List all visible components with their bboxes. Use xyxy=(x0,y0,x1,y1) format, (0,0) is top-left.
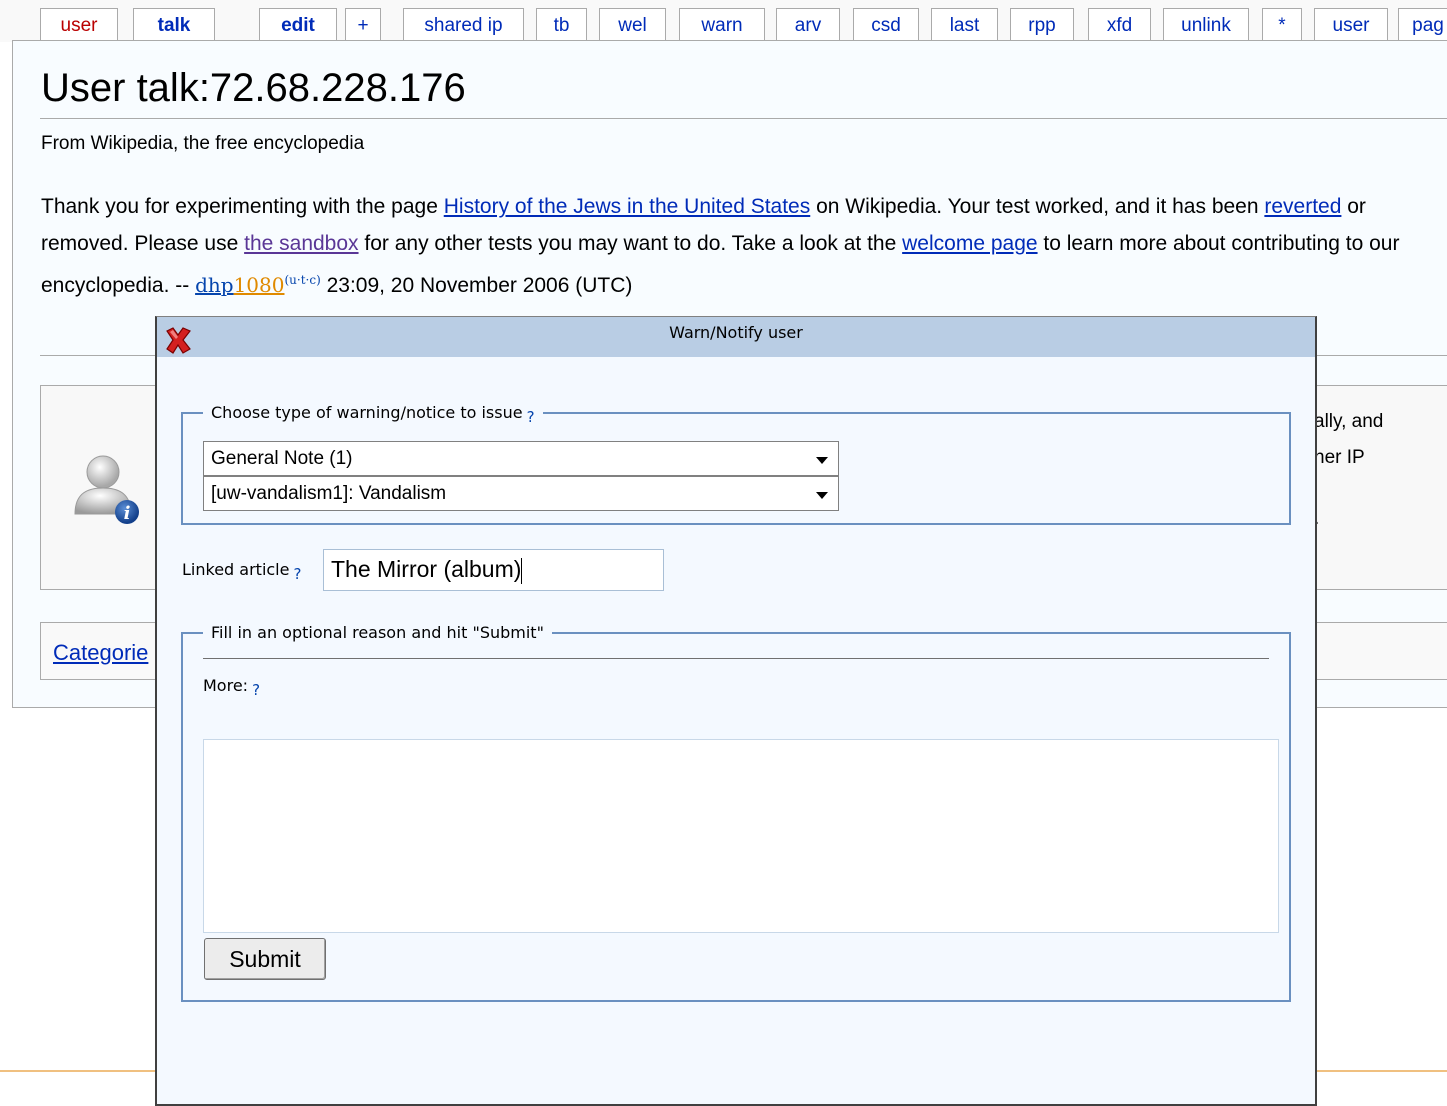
tab-new-section[interactable]: + xyxy=(345,8,381,40)
dialog-title: Warn/Notify user xyxy=(669,323,803,342)
tab-last[interactable]: last xyxy=(931,8,998,40)
reason-textarea[interactable] xyxy=(203,739,1279,933)
more-label: More:? xyxy=(203,676,261,699)
submit-button[interactable]: Submit xyxy=(204,938,326,980)
signature-link-number[interactable]: 1080 xyxy=(234,273,285,297)
tab-unlink[interactable]: unlink xyxy=(1163,8,1249,40)
warning-type-fieldset: Choose type of warning/notice to issue? … xyxy=(181,403,1291,525)
tab-user-2[interactable]: user xyxy=(1314,8,1388,40)
link-sandbox[interactable]: the sandbox xyxy=(244,232,358,255)
page-subtitle: From Wikipedia, the free encyclopedia xyxy=(41,133,365,154)
warning-message: Thank you for experimenting with the pag… xyxy=(41,195,1400,297)
reason-legend: Fill in an optional reason and hit "Subm… xyxy=(203,623,552,642)
svg-text:i: i xyxy=(124,503,131,524)
tab-rpp[interactable]: rpp xyxy=(1010,8,1074,40)
tab-page[interactable]: pag xyxy=(1398,8,1447,40)
help-icon[interactable]: ? xyxy=(293,565,301,583)
tab-xfd[interactable]: xfd xyxy=(1088,8,1151,40)
tab-warn[interactable]: warn xyxy=(679,8,765,40)
timestamp: 23:09, 20 November 2006 (UTC) xyxy=(320,274,633,297)
tab-talk[interactable]: talk xyxy=(133,8,215,43)
title-divider xyxy=(40,118,1447,119)
tab-shared-ip[interactable]: shared ip xyxy=(403,8,524,40)
help-icon[interactable]: ? xyxy=(252,681,260,699)
warning-type-legend: Choose type of warning/notice to issue? xyxy=(203,403,543,426)
link-reverted[interactable]: reverted xyxy=(1264,195,1341,218)
notice-text-1: ally, and xyxy=(1314,411,1384,432)
tab-star[interactable]: * xyxy=(1262,8,1302,40)
warning-level-select[interactable]: General Note (1) xyxy=(203,441,839,476)
chevron-down-icon xyxy=(816,492,828,499)
dialog-titlebar[interactable]: Warn/Notify user xyxy=(157,317,1315,357)
tab-tb[interactable]: tb xyxy=(536,8,587,40)
link-history-article[interactable]: History of the Jews in the United States xyxy=(444,195,811,218)
signature-link[interactable]: dhp xyxy=(195,273,234,297)
categories-link[interactable]: Categorie xyxy=(53,640,148,666)
warning-template-select[interactable]: [uw-vandalism1]: Vandalism xyxy=(203,476,839,511)
warn-notify-dialog: Warn/Notify user Choose type of warning/… xyxy=(155,316,1317,1106)
link-welcome-page[interactable]: welcome page xyxy=(902,232,1037,255)
signature-utc-links[interactable]: (u·t·c) xyxy=(284,273,320,287)
tab-wel[interactable]: wel xyxy=(599,8,666,40)
tab-csd[interactable]: csd xyxy=(853,8,919,40)
help-icon[interactable]: ? xyxy=(527,408,535,426)
reason-fieldset: Fill in an optional reason and hit "Subm… xyxy=(181,623,1291,1002)
linked-article-input[interactable]: The Mirror (album) xyxy=(323,549,664,591)
notice-text-2: her IP xyxy=(1314,447,1365,468)
tab-user[interactable]: user xyxy=(40,8,118,40)
reason-divider xyxy=(203,658,1269,659)
top-tab-bar: user talk edit + shared ip tb wel warn a… xyxy=(0,0,1447,43)
tab-edit[interactable]: edit xyxy=(259,8,337,40)
chevron-down-icon xyxy=(816,457,828,464)
user-info-icon: i xyxy=(74,455,139,524)
linked-article-label: Linked article? xyxy=(182,560,302,583)
tab-arv[interactable]: arv xyxy=(776,8,840,40)
page-title: User talk:72.68.228.176 xyxy=(41,66,466,110)
